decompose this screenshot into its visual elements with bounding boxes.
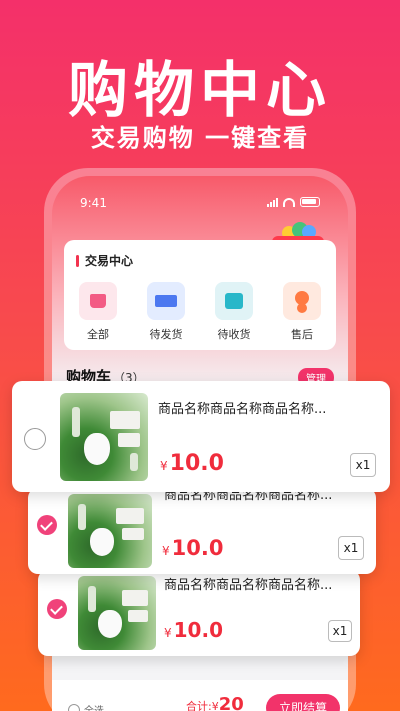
signal-icon [267, 197, 278, 207]
product-name: 商品名称商品名称商品名称... [164, 578, 333, 593]
product-thumbnail [60, 393, 148, 481]
order-all[interactable]: 全部 [71, 282, 125, 342]
product-thumbnail [68, 494, 152, 568]
order-shortcuts: 全部 待发货 待收货 售后 [64, 282, 336, 342]
order-total: 合计:¥20 [186, 694, 244, 711]
select-all-label: 全选 [84, 702, 104, 711]
currency-symbol: ¥ [164, 626, 172, 640]
item-checkbox[interactable] [24, 428, 46, 450]
order-all-label: 全部 [87, 328, 109, 341]
checkout-bar: 全选 合计:¥20 立即结算 [52, 680, 348, 711]
status-time: 9:41 [80, 196, 107, 210]
order-to-receive-label: 待收货 [217, 328, 251, 341]
currency-symbol: ¥ [162, 544, 170, 558]
product-price: ¥10.0 [162, 536, 223, 560]
quantity-badge[interactable]: x1 [350, 453, 376, 477]
product-thumbnail [78, 576, 156, 650]
trade-center-label: 交易中心 [85, 254, 134, 268]
order-after-sale[interactable]: 售后 [275, 282, 329, 342]
price-value: 10.0 [171, 536, 224, 560]
cart-item[interactable]: 商品名称商品名称商品名称... ¥10.0 x1 [12, 381, 390, 492]
hero-title: 购物中心 [68, 56, 332, 126]
price-value: 10.0 [173, 618, 223, 642]
item-checkbox[interactable] [47, 599, 67, 619]
inbox-check-icon [215, 282, 253, 320]
trade-center-title: 交易中心 [76, 252, 133, 269]
total-value: 20 [218, 694, 244, 711]
quantity-badge[interactable]: x1 [328, 620, 352, 642]
total-label: 合计: [186, 700, 212, 711]
item-checkbox[interactable] [37, 515, 57, 535]
order-after-sale-label: 售后 [291, 328, 313, 341]
battery-icon [300, 197, 320, 207]
truck-icon [147, 282, 185, 320]
product-price: ¥10.0 [164, 618, 223, 642]
service-agent-icon [283, 282, 321, 320]
order-to-ship[interactable]: 待发货 [139, 282, 193, 342]
product-price: ¥10.0 [160, 451, 224, 476]
hero-subtitle: 交易购物 一键查看 [90, 124, 310, 152]
total-currency: ¥ [211, 700, 219, 711]
select-all-checkbox[interactable] [68, 703, 80, 711]
status-icons [267, 197, 320, 207]
trade-center-card: 交易中心 全部 待发货 待收货 售后 [64, 240, 336, 350]
order-to-receive[interactable]: 待收货 [207, 282, 261, 342]
currency-symbol: ¥ [160, 459, 168, 473]
order-to-ship-label: 待发货 [149, 328, 183, 341]
title-accent-bar [76, 254, 79, 267]
quantity-badge[interactable]: x1 [338, 536, 364, 560]
cart-item[interactable]: 商品名称商品名称商品名称... ¥10.0 x1 [38, 570, 360, 656]
select-all[interactable]: 全选 [68, 702, 104, 711]
basket-icon [79, 282, 117, 320]
product-name: 商品名称商品名称商品名称... [158, 402, 327, 417]
cart-item[interactable]: 商品名称商品名称商品名称... ¥10.0 x1 [28, 488, 376, 574]
checkout-button[interactable]: 立即结算 [266, 694, 340, 711]
price-value: 10.0 [169, 451, 224, 476]
wifi-icon [283, 197, 295, 207]
status-bar: 9:41 [80, 196, 320, 214]
